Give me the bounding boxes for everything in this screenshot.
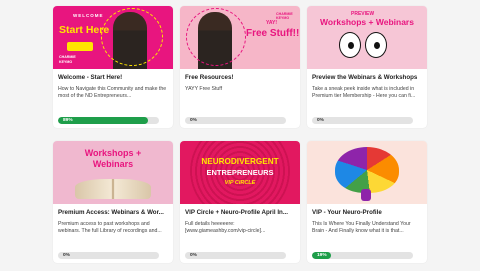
eye-left-icon — [339, 32, 361, 58]
course-thumbnail[interactable]: YAY! Free Stuff!! CHARMIE KEYMO — [180, 6, 300, 69]
thumb-main-text: Free Stuff!! — [246, 28, 300, 39]
course-title[interactable]: Preview the Webinars & Workshops — [312, 74, 422, 82]
progress-label: 0% — [63, 253, 70, 258]
course-thumbnail[interactable] — [307, 141, 427, 204]
progress-bar: 0% — [185, 117, 286, 124]
course-thumbnail[interactable]: Workshops + Webinars — [53, 141, 173, 204]
course-title[interactable]: VIP - Your Neuro-Profile — [312, 209, 422, 217]
progress-label: 19% — [317, 253, 327, 258]
circle-ring — [101, 8, 163, 66]
progress-bar: 0% — [58, 252, 159, 259]
progress-bar: 89% — [58, 117, 159, 124]
course-card-free-resources[interactable]: YAY! Free Stuff!! CHARMIE KEYMO Free Res… — [180, 6, 300, 128]
brain-stem — [361, 189, 371, 201]
course-thumbnail[interactable]: PREVIEW Workshops + Webinars — [307, 6, 427, 69]
course-description: YAYY Free Stuff — [185, 86, 223, 92]
progress-label: 89% — [63, 118, 73, 123]
course-description: This Is Where You Finally Understand You… — [312, 221, 411, 234]
course-card-premium-access[interactable]: Workshops + Webinars Premium Access: Web… — [53, 141, 173, 263]
progress-bar: 19% — [312, 252, 413, 259]
course-card-vip-circle[interactable]: NEURODIVERGENT ENTREPRENEURS VIP CIRCLE … — [180, 141, 300, 263]
eye-right-icon — [365, 32, 387, 58]
brain-illustration — [335, 147, 399, 193]
thumb-main-text: Workshops + Webinars — [320, 17, 414, 27]
course-title[interactable]: VIP Circle + Neuro-Profile April In... — [185, 209, 295, 217]
course-title[interactable]: Premium Access: Webinars & Wor... — [58, 209, 168, 217]
thumb-main-text: ENTREPRENEURS — [206, 168, 274, 177]
thumb-main-text: Webinars — [92, 159, 134, 169]
progress-label: 0% — [317, 118, 324, 123]
course-description: Take a sneak peek inside what is include… — [312, 86, 416, 99]
arrow-badge — [67, 42, 93, 51]
progress-label: 0% — [190, 118, 197, 123]
course-title[interactable]: Free Resources! — [185, 74, 295, 82]
progress-label: 0% — [190, 253, 197, 258]
thumb-brand-text: KEYMO — [276, 16, 290, 20]
thumb-top-text: YAY! — [266, 20, 278, 26]
course-card-preview[interactable]: PREVIEW Workshops + Webinars Preview the… — [307, 6, 427, 128]
progress-bar: 0% — [312, 117, 413, 124]
course-description: Full details heeeeere: [www.giameashby.c… — [185, 221, 266, 234]
progress-bar: 0% — [185, 252, 286, 259]
thumb-sub-text: VIP CIRCLE — [224, 180, 256, 186]
thumb-main-text: NEURODIVERGENT — [201, 157, 279, 166]
course-card-welcome[interactable]: WELCOME Start Here CHARMIE KEYMO Welcome… — [53, 6, 173, 128]
course-title[interactable]: Welcome - Start Here! — [58, 74, 168, 82]
course-description: How to Navigate this Community and make … — [58, 86, 167, 99]
course-thumbnail[interactable]: WELCOME Start Here CHARMIE KEYMO — [53, 6, 173, 69]
thumb-brand-text: CHARMIE — [59, 55, 76, 59]
course-grid: WELCOME Start Here CHARMIE KEYMO Welcome… — [53, 6, 427, 263]
course-card-neuro-profile[interactable]: VIP - Your Neuro-Profile This Is Where Y… — [307, 141, 427, 263]
thumb-main-text: Workshops + — [84, 148, 142, 158]
book-illustration — [75, 179, 151, 199]
thumb-top-text: WELCOME — [73, 13, 104, 18]
course-description: Premium access to past workshops and web… — [58, 221, 162, 234]
thumb-brand-text: KEYMO — [59, 60, 73, 64]
course-thumbnail[interactable]: NEURODIVERGENT ENTREPRENEURS VIP CIRCLE — [180, 141, 300, 204]
circle-ring — [186, 8, 246, 66]
